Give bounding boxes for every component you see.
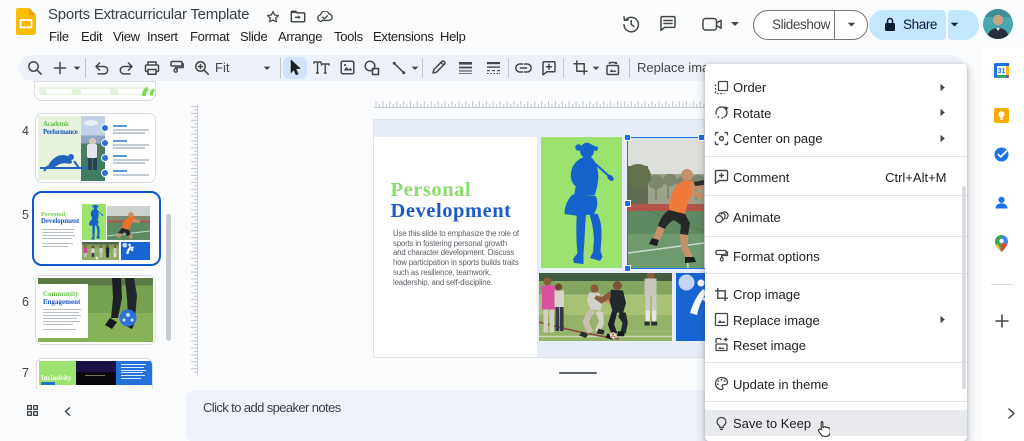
svg-text:31: 31	[998, 68, 1006, 75]
